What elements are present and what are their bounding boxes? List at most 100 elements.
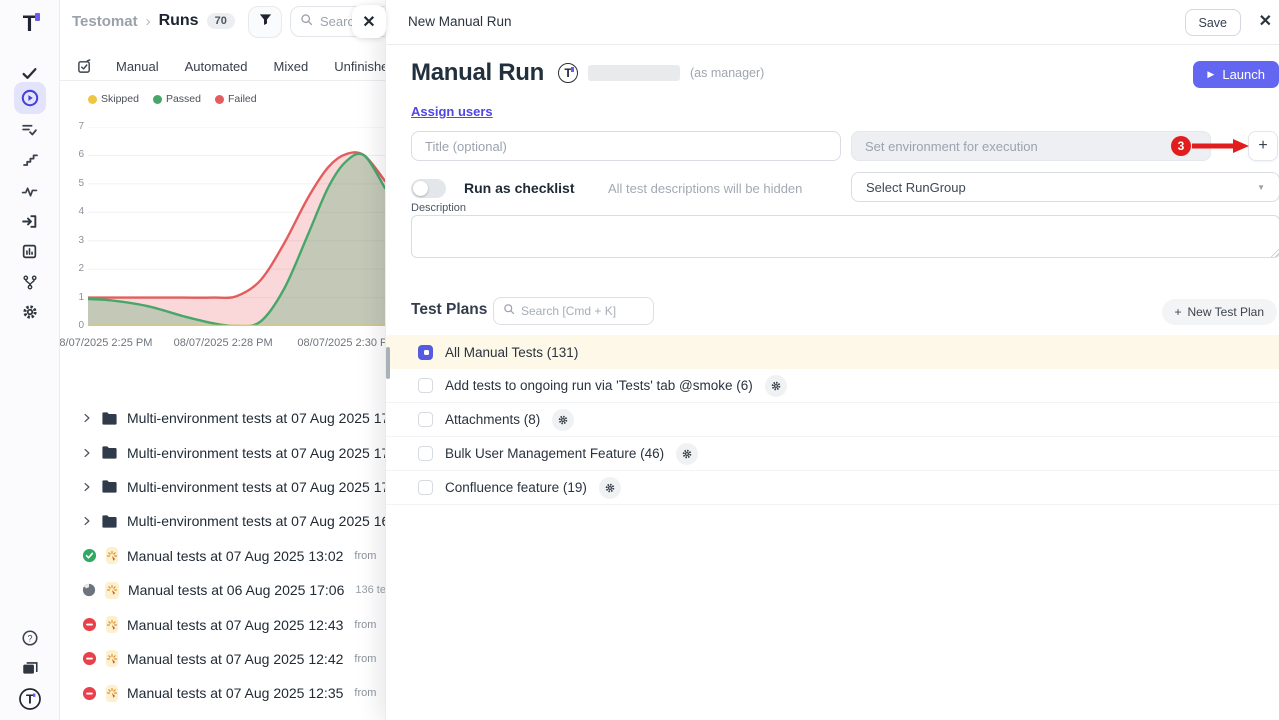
runs-play-icon[interactable] (14, 82, 46, 114)
app-logo[interactable]: T (14, 8, 46, 40)
environment-input[interactable] (851, 131, 1211, 161)
test-plan-checkbox[interactable] (418, 446, 433, 461)
steps-icon[interactable] (14, 144, 46, 176)
x-tick-label: 08/07/2025 2:28 PM (163, 337, 283, 349)
tab-manual[interactable]: Manual (116, 59, 159, 74)
run-meta-from: from (354, 687, 376, 699)
modal-title: New Manual Run (408, 14, 512, 29)
annotation-arrow-icon (1191, 139, 1249, 153)
run-row[interactable]: Manual tests at 07 Aug 2025 12:43fromCus… (60, 607, 385, 641)
launch-button[interactable]: ▶ Launch (1193, 61, 1279, 88)
legend-item-passed: Passed (153, 93, 201, 105)
y-tick-label: 2 (60, 263, 84, 274)
test-plan-settings-button[interactable] (676, 443, 698, 465)
run-title-row: Manual Run T (as manager) (411, 59, 764, 87)
test-plan-row[interactable]: Add tests to ongoing run via 'Tests' tab… (386, 369, 1279, 403)
report-icon[interactable] (14, 235, 46, 267)
test-plan-settings-button[interactable] (599, 477, 621, 499)
test-plan-row[interactable]: Bulk User Management Feature (46) (386, 437, 1279, 471)
run-row[interactable]: Manual tests at 07 Aug 2025 12:42fromCus… (60, 642, 385, 676)
chevron-right-icon[interactable] (82, 516, 92, 526)
tab-mixed[interactable]: Mixed (274, 59, 309, 74)
run-title: Manual Run (411, 59, 544, 87)
folder-icon (101, 445, 118, 460)
settings-gear-icon[interactable] (14, 296, 46, 328)
legend-dot (153, 95, 162, 104)
as-manager-label: (as manager) (690, 66, 764, 80)
help-icon[interactable]: ? (14, 622, 46, 654)
panel-scrollbar-thumb[interactable] (386, 347, 390, 379)
breadcrumb-page: Runs (159, 12, 199, 30)
filter-button[interactable] (248, 6, 282, 38)
run-as-checklist-toggle[interactable] (411, 179, 446, 198)
test-plan-checkbox[interactable] (418, 480, 433, 495)
run-title-input[interactable] (411, 131, 841, 161)
docs-icon[interactable] (14, 652, 46, 684)
test-plan-row[interactable]: Attachments (8) (386, 403, 1279, 437)
test-plans-search-input[interactable] (521, 304, 636, 318)
legend-label: Passed (166, 93, 201, 105)
chevron-down-icon: ▼ (1257, 183, 1265, 192)
run-group-row[interactable]: Multi-environment tests at 07 Aug 2025 1… (60, 504, 385, 538)
manager-avatar: T (558, 63, 578, 83)
y-tick-label: 6 (60, 149, 84, 160)
pulse-icon[interactable] (14, 175, 46, 207)
run-row[interactable]: Manual tests at 07 Aug 2025 12:35fromCus… (60, 676, 385, 710)
test-plans-list: All Manual Tests (131) Add tests to ongoi… (386, 335, 1279, 505)
chevron-right-icon[interactable] (82, 413, 92, 423)
breadcrumb-app[interactable]: Testomat (72, 13, 138, 30)
test-plan-label: Confluence feature (19) (445, 480, 587, 495)
search-icon (503, 302, 515, 320)
run-label: Multi-environment tests at 07 Aug 2025 1… (127, 479, 385, 495)
funnel-icon (258, 12, 273, 32)
x-tick-label: 08/07/2025 2:30 PM (287, 337, 385, 349)
tab-automated[interactable]: Automated (185, 59, 248, 74)
run-meta-from: from (354, 550, 376, 562)
test-plan-row[interactable]: Confluence feature (19) (386, 471, 1279, 505)
y-tick-label: 3 (60, 235, 84, 246)
folder-icon (101, 411, 118, 426)
new-test-plan-button[interactable]: + New Test Plan (1162, 299, 1278, 325)
test-plan-settings-button[interactable] (765, 375, 787, 397)
legend-dot (88, 95, 97, 104)
import-icon[interactable] (14, 205, 46, 237)
description-textarea[interactable] (411, 215, 1279, 258)
folder-icon (101, 479, 118, 494)
run-group-row[interactable]: Multi-environment tests at 07 Aug 2025 1… (60, 435, 385, 469)
run-group-row[interactable]: Multi-environment tests at 07 Aug 2025 1… (60, 401, 385, 435)
test-plan-checkbox[interactable] (418, 412, 433, 427)
test-plans-search[interactable] (493, 297, 654, 325)
run-label: Manual tests at 07 Aug 2025 12:42 (127, 651, 343, 667)
run-row[interactable]: Manual tests at 06 Aug 2025 17:06136 tes… (60, 573, 385, 607)
legend-label: Skipped (101, 93, 139, 105)
svg-text:T: T (26, 692, 34, 707)
test-plan-settings-button[interactable] (552, 409, 574, 431)
add-environment-button[interactable]: + (1248, 131, 1278, 161)
test-plan-label: All Manual Tests (131) (445, 345, 578, 360)
run-tests-count: 136 tests (355, 584, 385, 596)
select-runs-icon[interactable] (77, 59, 92, 74)
status-failed-icon (82, 686, 97, 701)
close-icon: ✕ (362, 12, 375, 32)
close-search-button[interactable]: ✕ (352, 5, 386, 38)
assign-users-link[interactable]: Assign users (411, 104, 493, 119)
profile-logo-icon[interactable]: T (14, 683, 46, 715)
tab-unfinished[interactable]: Unfinished (334, 59, 385, 74)
modal-close-icon[interactable]: ✕ (1259, 11, 1272, 31)
rungroup-value: Select RunGroup (866, 180, 966, 195)
breadcrumb-separator: › (146, 13, 151, 30)
test-plan-checkbox[interactable] (418, 345, 433, 360)
search-icon (300, 13, 313, 31)
checklist-icon[interactable] (14, 113, 46, 145)
run-row[interactable]: Manual tests at 07 Aug 2025 13:02fromCus… (60, 539, 385, 573)
run-group-row[interactable]: Multi-environment tests at 07 Aug 2025 1… (60, 470, 385, 504)
save-button[interactable]: Save (1185, 9, 1242, 36)
chevron-right-icon[interactable] (82, 482, 92, 492)
branch-icon[interactable] (14, 266, 46, 298)
run-label: Multi-environment tests at 07 Aug 2025 1… (127, 513, 385, 529)
rungroup-select[interactable]: Select RunGroup ▼ (851, 172, 1279, 202)
status-failed-icon (82, 651, 97, 666)
chevron-right-icon[interactable] (82, 448, 92, 458)
test-plan-checkbox[interactable] (418, 378, 433, 393)
test-plan-row[interactable]: All Manual Tests (131) (386, 335, 1279, 369)
